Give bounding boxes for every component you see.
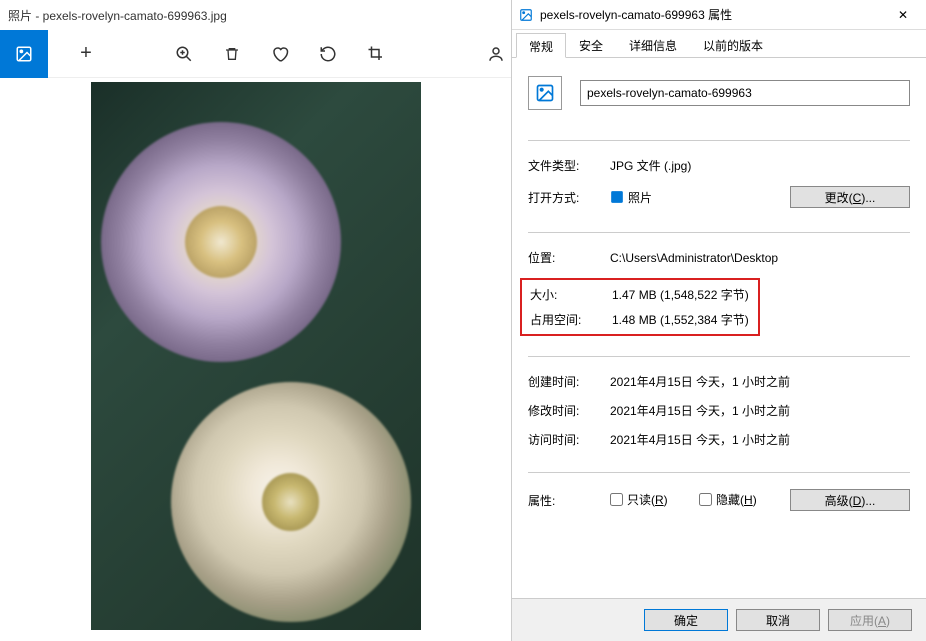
size-highlight-box: 大小: 1.47 MB (1,548,522 字节) 占用空间: 1.48 MB…	[520, 278, 760, 336]
openwith-value: 照片	[628, 189, 652, 206]
close-button[interactable]: ✕	[880, 0, 926, 30]
hidden-checkbox-input[interactable]	[699, 493, 712, 506]
file-icon	[518, 7, 534, 23]
edit-button[interactable]	[481, 30, 511, 78]
readonly-checkbox-input[interactable]	[610, 493, 623, 506]
accessed-label: 访问时间:	[528, 431, 610, 448]
apply-button[interactable]: 应用(A)	[828, 609, 912, 631]
collection-button[interactable]	[0, 30, 48, 78]
cancel-button[interactable]: 取消	[736, 609, 820, 631]
delete-button[interactable]	[208, 30, 256, 78]
attributes-label: 属性:	[528, 492, 610, 509]
divider	[528, 356, 910, 357]
close-icon: ✕	[898, 8, 908, 22]
diskspace-label: 占用空间:	[530, 311, 612, 328]
change-button[interactable]: 更改(C)...	[790, 186, 910, 208]
divider	[528, 472, 910, 473]
accessed-value: 2021年4月15日 今天，1 小时之前	[610, 431, 910, 448]
location-value: C:\Users\Administrator\Desktop	[610, 251, 910, 265]
tab-general[interactable]: 常规	[516, 33, 566, 58]
size-label: 大小:	[530, 286, 612, 303]
properties-title: pexels-rovelyn-camato-699963 属性	[540, 6, 880, 23]
zoom-icon	[175, 45, 193, 63]
plus-icon: +	[80, 42, 92, 65]
properties-body: 文件类型: JPG 文件 (.jpg) 打开方式: 照片 更改(C)... 位置…	[512, 58, 926, 598]
filename-input[interactable]	[580, 80, 910, 106]
image-icon	[15, 45, 33, 63]
trash-icon	[224, 45, 240, 63]
size-value: 1.47 MB (1,548,522 字节)	[612, 286, 750, 303]
photo-titlebar: 照片 - pexels-rovelyn-camato-699963.jpg	[0, 0, 511, 30]
created-value: 2021年4月15日 今天，1 小时之前	[610, 373, 910, 390]
divider	[528, 140, 910, 141]
divider	[528, 232, 910, 233]
hidden-checkbox[interactable]: 隐藏(H)	[699, 491, 757, 508]
rotate-icon	[319, 45, 337, 63]
advanced-button[interactable]: 高级(D)...	[790, 489, 910, 511]
modified-value: 2021年4月15日 今天，1 小时之前	[610, 402, 910, 419]
readonly-checkbox[interactable]: 只读(R)	[610, 491, 668, 508]
photo-window-title: 照片 - pexels-rovelyn-camato-699963.jpg	[8, 7, 227, 24]
ok-button[interactable]: 确定	[644, 609, 728, 631]
tab-security[interactable]: 安全	[566, 32, 616, 57]
photos-app-icon	[610, 190, 624, 204]
created-label: 创建时间:	[528, 373, 610, 390]
people-icon	[487, 45, 505, 63]
filetype-label: 文件类型:	[528, 157, 610, 174]
crop-icon	[367, 45, 385, 63]
location-label: 位置:	[528, 249, 610, 266]
add-button[interactable]: +	[62, 30, 110, 78]
properties-dialog: pexels-rovelyn-camato-699963 属性 ✕ 常规 安全 …	[512, 0, 926, 641]
zoom-button[interactable]	[160, 30, 208, 78]
diskspace-value: 1.48 MB (1,552,384 字节)	[612, 311, 750, 328]
rotate-button[interactable]	[304, 30, 352, 78]
modified-label: 修改时间:	[528, 402, 610, 419]
file-type-icon	[528, 76, 562, 110]
openwith-label: 打开方式:	[528, 189, 610, 206]
properties-footer: 确定 取消 应用(A)	[512, 598, 926, 641]
favorite-button[interactable]	[256, 30, 304, 78]
tab-details[interactable]: 详细信息	[616, 32, 690, 57]
photo-toolbar: +	[0, 30, 511, 78]
tab-previous[interactable]: 以前的版本	[690, 32, 776, 57]
properties-titlebar[interactable]: pexels-rovelyn-camato-699963 属性 ✕	[512, 0, 926, 30]
photo-app-window: 照片 - pexels-rovelyn-camato-699963.jpg +	[0, 0, 512, 641]
heart-icon	[271, 45, 289, 63]
crop-button[interactable]	[352, 30, 400, 78]
photo-image-content	[91, 82, 421, 630]
photo-canvas[interactable]	[0, 78, 511, 641]
filetype-value: JPG 文件 (.jpg)	[610, 157, 910, 174]
properties-tabs: 常规 安全 详细信息 以前的版本	[512, 30, 926, 58]
